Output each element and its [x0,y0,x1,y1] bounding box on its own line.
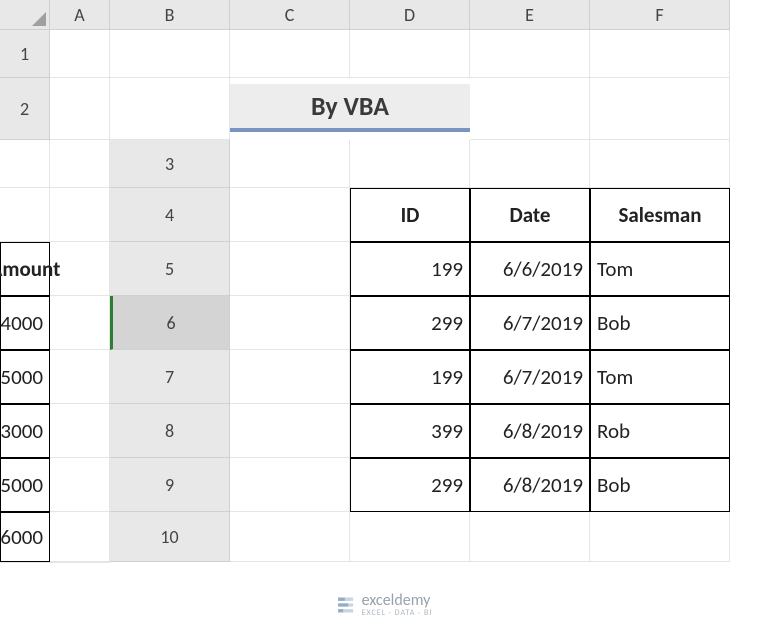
table-row[interactable]: 199 [350,242,470,296]
cell-a10[interactable] [230,512,350,562]
cell-f3[interactable] [50,188,110,242]
cell-e1[interactable] [470,30,590,78]
cell-b2[interactable] [110,78,230,140]
cell-f9[interactable] [50,512,110,562]
table-row[interactable]: Rob [590,404,730,458]
cell-c2[interactable] [470,78,590,140]
cell-c10[interactable] [470,512,590,562]
cell-e10[interactable] [0,562,50,563]
table-row[interactable]: 5000 [0,350,50,404]
cell-a9[interactable] [230,458,350,512]
row-header-6[interactable]: 6 [110,296,230,350]
cell-f1[interactable] [590,30,730,78]
cell-b1[interactable] [110,30,230,78]
table-row[interactable]: 6/7/2019 [470,350,590,404]
row-header-8[interactable]: 8 [110,404,230,458]
table-row[interactable]: 5000 [0,458,50,512]
row-header-2[interactable]: 2 [0,78,50,140]
table-row[interactable]: 199 [350,350,470,404]
cell-a3[interactable] [230,140,350,188]
cell-f5[interactable] [50,296,110,350]
col-header-f[interactable]: F [590,0,730,30]
table-header-id[interactable]: ID [350,188,470,242]
table-row[interactable]: 3000 [0,404,50,458]
cell-d2[interactable] [590,78,730,140]
table-row[interactable]: Bob [590,296,730,350]
table-row[interactable]: Bob [590,458,730,512]
cell-f7[interactable] [50,404,110,458]
cell-f8[interactable] [50,458,110,512]
cell-f2[interactable] [50,140,110,188]
cell-a8[interactable] [230,404,350,458]
col-header-a[interactable]: A [50,0,110,30]
col-header-d[interactable]: D [350,0,470,30]
cell-b3[interactable] [350,140,470,188]
cell-a5[interactable] [230,242,350,296]
select-all-corner[interactable] [0,0,50,30]
row-header-4[interactable]: 4 [110,188,230,242]
table-row[interactable]: Tom [590,350,730,404]
cell-e2[interactable] [0,140,50,188]
cell-f10[interactable] [50,562,110,563]
table-header-amount[interactable]: Amount [0,242,50,296]
table-header-salesman[interactable]: Salesman [590,188,730,242]
cell-a6[interactable] [230,296,350,350]
table-row[interactable]: 6/8/2019 [470,458,590,512]
cell-c1[interactable] [230,30,350,78]
cell-a4[interactable] [230,188,350,242]
table-row[interactable]: 6/8/2019 [470,404,590,458]
cell-a7[interactable] [230,350,350,404]
row-header-5[interactable]: 5 [110,242,230,296]
row-header-9[interactable]: 9 [110,458,230,512]
cell-d1[interactable] [350,30,470,78]
row-header-10[interactable]: 10 [110,512,230,562]
cell-a1[interactable] [50,30,110,78]
table-row[interactable]: 399 [350,404,470,458]
table-header-date[interactable]: Date [470,188,590,242]
cell-b10[interactable] [350,512,470,562]
cell-a2[interactable] [50,78,110,140]
table-row[interactable]: Tom [590,242,730,296]
row-header-3[interactable]: 3 [110,140,230,188]
table-row[interactable]: 299 [350,458,470,512]
row-header-1[interactable]: 1 [0,30,50,78]
cell-d3[interactable] [590,140,730,188]
table-row[interactable]: 6/7/2019 [470,296,590,350]
cell-c3[interactable] [470,140,590,188]
cell-d10[interactable] [590,512,730,562]
table-row[interactable]: 4000 [0,296,50,350]
table-row[interactable]: 6000 [0,512,50,562]
cell-f4[interactable] [50,242,110,296]
watermark-tagline: EXCEL · DATA · BI [362,608,433,618]
spreadsheet-grid: A B C D E F 1 2 By VBA 3 4 ID Date Sales… [0,0,768,563]
title-label: By VBA [230,84,470,132]
col-header-b[interactable]: B [110,0,230,30]
col-header-c[interactable]: C [230,0,350,30]
logo-icon [336,595,356,615]
watermark: exceldemy EXCEL · DATA · BI [336,591,433,618]
cell-e3[interactable] [0,188,50,242]
table-row[interactable]: 299 [350,296,470,350]
col-header-e[interactable]: E [470,0,590,30]
row-header-7[interactable]: 7 [110,350,230,404]
cell-f6[interactable] [50,350,110,404]
table-row[interactable]: 6/6/2019 [470,242,590,296]
